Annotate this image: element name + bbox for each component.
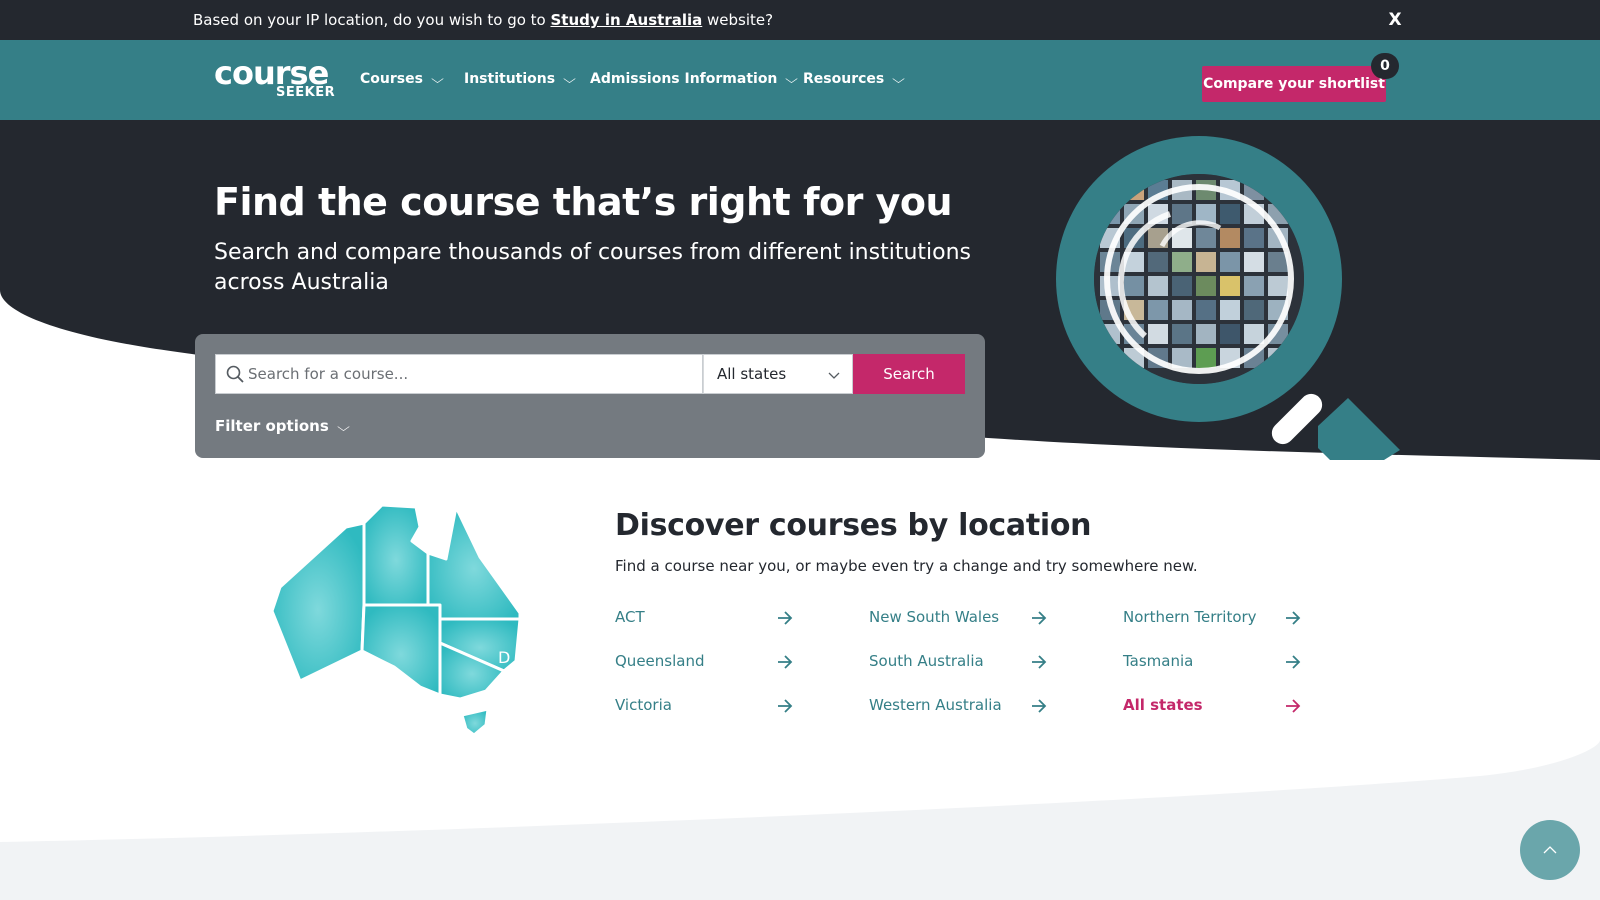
course-search-input[interactable] <box>248 355 698 393</box>
location-link-tas[interactable]: Tasmania <box>1123 650 1301 674</box>
arrow-right-icon <box>1286 655 1301 669</box>
location-link-label: South Australia <box>869 652 984 670</box>
nav-item-courses[interactable]: Courses ⌵ <box>360 71 444 87</box>
nav-item-resources[interactable]: Resources ⌵ <box>803 71 906 87</box>
hero-subtitle: Search and compare thousands of courses … <box>214 240 972 295</box>
search-icon <box>226 365 244 383</box>
chevron-down-icon <box>828 372 840 379</box>
arrow-right-icon <box>1032 699 1047 713</box>
location-link-label: Victoria <box>615 696 672 714</box>
course-seeker-logo[interactable]: course SEEKER <box>214 54 338 104</box>
australia-map[interactable]: D <box>270 503 530 739</box>
arrow-right-icon <box>1286 699 1301 713</box>
state-select-value: All states <box>717 365 787 383</box>
chevron-up-icon <box>1543 846 1557 854</box>
nav-item-admissions[interactable]: Admissions Information ⌵ <box>590 71 799 87</box>
chevron-down-icon: ⌵ <box>785 72 799 86</box>
location-link-label: Tasmania <box>1123 652 1194 670</box>
study-in-australia-link[interactable]: Study in Australia <box>551 11 703 29</box>
discover-section-title: Discover courses by location <box>615 508 1092 543</box>
search-button[interactable]: Search <box>853 354 965 394</box>
main-navigation: course SEEKER Courses ⌵ Institutions ⌵ Adm… <box>0 40 1600 120</box>
state-select[interactable]: All states <box>703 354 853 394</box>
search-input-wrapper <box>215 354 703 394</box>
location-link-qld[interactable]: Queensland <box>615 650 793 674</box>
location-link-label: Queensland <box>615 652 705 670</box>
location-link-vic[interactable]: Victoria <box>615 694 793 718</box>
location-link-label: Western Australia <box>869 696 1002 714</box>
location-link-all-states[interactable]: All states <box>1123 694 1301 718</box>
photo-collage <box>1094 174 1304 384</box>
filter-options-toggle[interactable]: Filter options ⌵ <box>215 417 350 435</box>
location-link-nt[interactable]: Northern Territory <box>1123 606 1301 630</box>
location-link-label: All states <box>1123 696 1203 714</box>
location-link-label: ACT <box>615 608 645 626</box>
map-region-tas <box>460 707 490 737</box>
location-link-act[interactable]: ACT <box>615 606 793 630</box>
hero-title: Find the course that’s right for you <box>214 180 953 224</box>
nav-item-label: Admissions Information <box>590 71 778 87</box>
discover-section-subtitle: Find a course near you, or maybe even tr… <box>615 557 1198 575</box>
nav-item-label: Courses <box>360 71 423 87</box>
chevron-down-icon: ⌵ <box>336 420 350 434</box>
scroll-to-top-button[interactable] <box>1520 820 1580 880</box>
course-search-panel: All states Search Filter options ⌵ <box>195 334 985 458</box>
location-link-sa[interactable]: South Australia <box>869 650 1047 674</box>
filter-options-label: Filter options <box>215 417 329 435</box>
arrow-right-icon <box>1032 611 1047 625</box>
magnifier-collage-illustration <box>1056 136 1400 460</box>
notice-text-before: Based on your IP location, do you wish t… <box>193 11 551 29</box>
location-notice-bar: Based on your IP location, do you wish t… <box>0 0 1600 40</box>
location-link-label: Northern Territory <box>1123 608 1257 626</box>
chevron-down-icon: ⌵ <box>563 72 577 86</box>
arrow-right-icon <box>778 699 793 713</box>
notice-text-after: website? <box>702 11 774 29</box>
close-icon[interactable]: X <box>1383 8 1407 32</box>
location-link-wa[interactable]: Western Australia <box>869 694 1047 718</box>
compare-shortlist-button[interactable]: Compare your shortlist <box>1202 66 1386 102</box>
chevron-down-icon: ⌵ <box>431 72 444 86</box>
next-section-background <box>0 740 1600 900</box>
arrow-right-icon <box>778 611 793 625</box>
nav-item-label: Institutions <box>464 71 556 87</box>
arrow-right-icon <box>778 655 793 669</box>
arrow-right-icon <box>1286 611 1301 625</box>
location-notice-text: Based on your IP location, do you wish t… <box>193 11 773 29</box>
map-region-wa <box>270 521 366 683</box>
location-link-label: New South Wales <box>869 608 1000 626</box>
nav-item-institutions[interactable]: Institutions ⌵ <box>464 71 577 87</box>
chevron-down-icon: ⌵ <box>892 72 906 86</box>
location-link-nsw[interactable]: New South Wales <box>869 606 1047 630</box>
logo-subtitle: SEEKER <box>276 85 336 100</box>
map-region-nt <box>362 503 430 607</box>
shortlist-count-badge: 0 <box>1371 53 1399 79</box>
arrow-right-icon <box>1032 655 1047 669</box>
nav-item-label: Resources <box>803 71 885 87</box>
map-act-label: D <box>498 648 510 667</box>
map-region-qld <box>426 505 522 621</box>
map-region-sa <box>360 603 442 697</box>
